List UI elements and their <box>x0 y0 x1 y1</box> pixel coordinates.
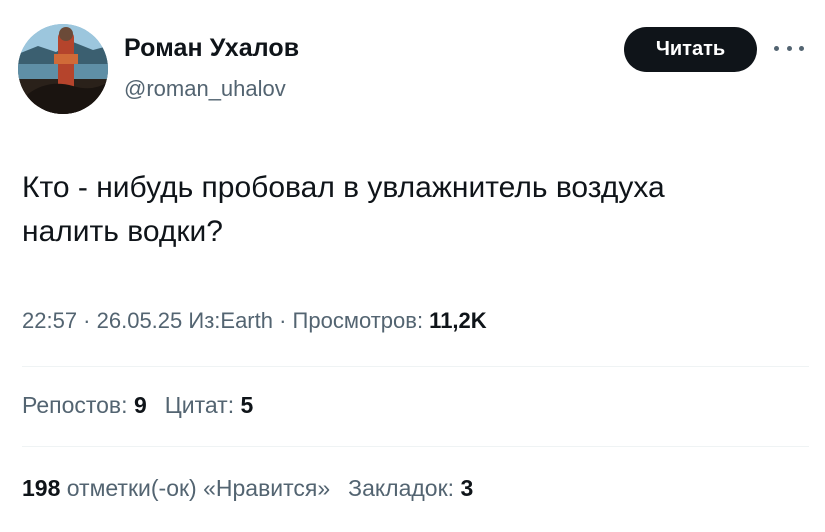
reposts-label: Репостов: <box>22 392 134 418</box>
divider <box>22 446 809 447</box>
more-horizontal-icon[interactable] <box>774 38 804 58</box>
source-prefix: Из: <box>182 308 221 333</box>
dot <box>786 45 792 51</box>
reposts-count: 9 <box>133 392 147 418</box>
avatar-photo <box>18 24 108 114</box>
views-count: 11,2K <box>429 308 487 333</box>
separator: · <box>272 308 293 333</box>
dot <box>774 45 779 51</box>
author-name[interactable]: Роман Ухалов <box>124 34 299 63</box>
views-label: Просмотров: <box>292 308 430 333</box>
tweet-text: Кто - нибудь пробовал в увлажнитель возд… <box>22 166 802 254</box>
likes-stat[interactable]: 198 отметки(-ок) «Нравится» <box>22 475 330 502</box>
quotes-label: Цитат: <box>164 392 241 418</box>
author-handle[interactable]: @roman_uhalov <box>124 76 286 102</box>
follow-button[interactable]: Читать <box>624 27 757 72</box>
dot <box>799 45 804 51</box>
likes-count: 198 <box>22 475 61 501</box>
engagement-row: 198 отметки(-ок) «Нравится» Закладок: 3 <box>22 475 473 502</box>
bookmarks-stat[interactable]: Закладок: 3 <box>348 475 473 502</box>
reposts-stat[interactable]: Репостов: 9 <box>22 392 147 419</box>
bookmarks-label: Закладок: <box>348 475 461 501</box>
tweet-time[interactable]: 22:57 <box>22 308 77 333</box>
quotes-stat[interactable]: Цитат: 5 <box>165 392 254 419</box>
bookmarks-count: 3 <box>460 475 474 501</box>
tweet-meta: 22:57 · 26.05.25 Из:Earth · Просмотров: … <box>22 308 487 334</box>
tweet-text-line: Кто - нибудь пробовал в увлажнитель возд… <box>22 171 665 204</box>
divider <box>22 366 809 367</box>
likes-label: отметки(-ок) «Нравится» <box>60 475 331 501</box>
tweet-source: Earth <box>220 308 273 333</box>
engagement-row: Репостов: 9 Цитат: 5 <box>22 392 253 419</box>
tweet-date[interactable]: 26.05.25 <box>97 308 183 333</box>
tweet-text-line: налить водки? <box>22 215 223 248</box>
separator: · <box>77 308 97 333</box>
quotes-count: 5 <box>240 392 254 418</box>
avatar[interactable] <box>18 24 108 114</box>
